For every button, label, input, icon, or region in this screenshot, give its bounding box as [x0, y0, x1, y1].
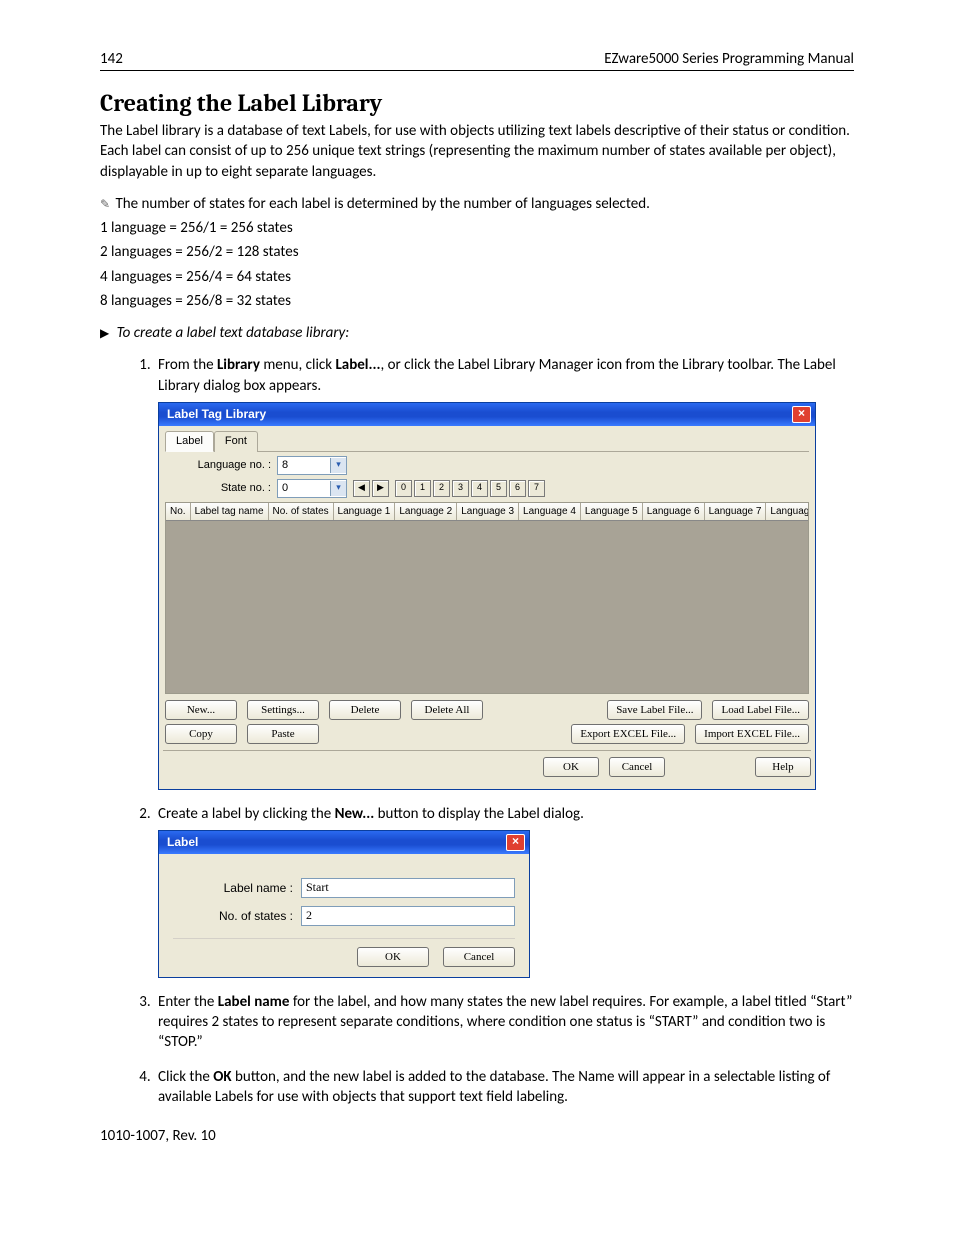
col-lang4[interactable]: Language 4 — [519, 503, 581, 521]
note-line-4: 8 languages = 256/8 = 32 states — [100, 291, 854, 311]
delete-button[interactable]: Delete — [329, 700, 401, 720]
label-grid[interactable]: No. Label tag name No. of states Languag… — [165, 502, 809, 694]
intro-paragraph: The Label library is a database of text … — [100, 121, 854, 182]
language-no-select[interactable]: 8 ▾ — [277, 456, 347, 475]
ok-button[interactable]: OK — [357, 947, 429, 967]
col-nostates[interactable]: No. of states — [269, 503, 334, 521]
state-1-button[interactable]: 1 — [414, 480, 431, 497]
state-5-button[interactable]: 5 — [490, 480, 507, 497]
ok-button[interactable]: OK — [543, 757, 599, 777]
help-button[interactable]: Help — [755, 757, 811, 777]
close-icon[interactable]: × — [792, 406, 811, 423]
arrow-icon: ▶ — [100, 326, 109, 340]
section-heading: Creating the Label Library — [100, 89, 854, 117]
col-lang1[interactable]: Language 1 — [334, 503, 396, 521]
cancel-button[interactable]: Cancel — [443, 947, 515, 967]
note-lead: The number of states for each label is d… — [115, 195, 649, 213]
next-state-button[interactable]: ▶ — [372, 480, 389, 497]
note-line-1: 1 language = 256/1 = 256 states — [100, 218, 854, 238]
close-icon[interactable]: × — [506, 834, 525, 851]
paste-button[interactable]: Paste — [247, 724, 319, 744]
doc-footer: 1010-1007, Rev. 10 — [100, 1127, 854, 1145]
state-no-label: State no. : — [183, 481, 271, 496]
chevron-down-icon[interactable]: ▾ — [330, 481, 346, 496]
label-name-input[interactable] — [301, 878, 515, 898]
state-0-button[interactable]: 0 — [395, 480, 412, 497]
note-icon: ✎ — [100, 198, 110, 212]
chevron-down-icon[interactable]: ▾ — [330, 458, 346, 473]
col-lang6[interactable]: Language 6 — [643, 503, 705, 521]
col-lang8[interactable]: Language 8 — [766, 503, 809, 521]
state-2-button[interactable]: 2 — [433, 480, 450, 497]
note-line-3: 4 languages = 256/4 = 64 states — [100, 267, 854, 287]
col-lang3[interactable]: Language 3 — [457, 503, 519, 521]
cancel-button[interactable]: Cancel — [609, 757, 665, 777]
copy-button[interactable]: Copy — [165, 724, 237, 744]
tab-label[interactable]: Label — [165, 431, 214, 452]
step-2: Create a label by clicking the New... bu… — [154, 804, 854, 978]
load-label-file-button[interactable]: Load Label File... — [712, 700, 809, 720]
language-no-label: Language no. : — [183, 458, 271, 473]
step-1: From the Library menu, click Label..., o… — [154, 355, 854, 789]
col-lang2[interactable]: Language 2 — [395, 503, 457, 521]
label-tag-library-dialog: Label Tag Library × Label Font Language … — [158, 402, 816, 790]
save-label-file-button[interactable]: Save Label File... — [607, 700, 702, 720]
col-no[interactable]: No. — [166, 503, 191, 521]
manual-title: EZware5000 Series Programming Manual — [604, 50, 854, 68]
state-4-button[interactable]: 4 — [471, 480, 488, 497]
new-button[interactable]: New... — [165, 700, 237, 720]
dialog-title: Label Tag Library — [167, 406, 266, 422]
state-7-button[interactable]: 7 — [528, 480, 545, 497]
state-3-button[interactable]: 3 — [452, 480, 469, 497]
header-rule — [100, 70, 854, 71]
col-lang5[interactable]: Language 5 — [581, 503, 643, 521]
delete-all-button[interactable]: Delete All — [411, 700, 483, 720]
tab-font[interactable]: Font — [214, 431, 258, 452]
page-number: 142 — [100, 50, 123, 68]
no-of-states-input[interactable] — [301, 906, 515, 926]
step-3: Enter the Label name for the label, and … — [154, 992, 854, 1053]
label-dialog: Label × Label name : No. of states : OK … — [158, 830, 530, 978]
label-name-label: Label name : — [173, 880, 293, 896]
label-dialog-title: Label — [167, 834, 198, 850]
col-lang7[interactable]: Language 7 — [705, 503, 767, 521]
procedure-title: To create a label text database library: — [117, 324, 350, 342]
step-4: Click the OK button, and the new label i… — [154, 1067, 854, 1108]
export-excel-button[interactable]: Export EXCEL File... — [571, 724, 685, 744]
import-excel-button[interactable]: Import EXCEL File... — [695, 724, 809, 744]
settings-button[interactable]: Settings... — [247, 700, 319, 720]
prev-state-button[interactable]: ◀ — [353, 480, 370, 497]
note-line-2: 2 languages = 256/2 = 128 states — [100, 242, 854, 262]
state-6-button[interactable]: 6 — [509, 480, 526, 497]
no-of-states-label: No. of states : — [173, 908, 293, 924]
state-no-select[interactable]: 0 ▾ — [277, 479, 347, 498]
col-tagname[interactable]: Label tag name — [191, 503, 269, 521]
